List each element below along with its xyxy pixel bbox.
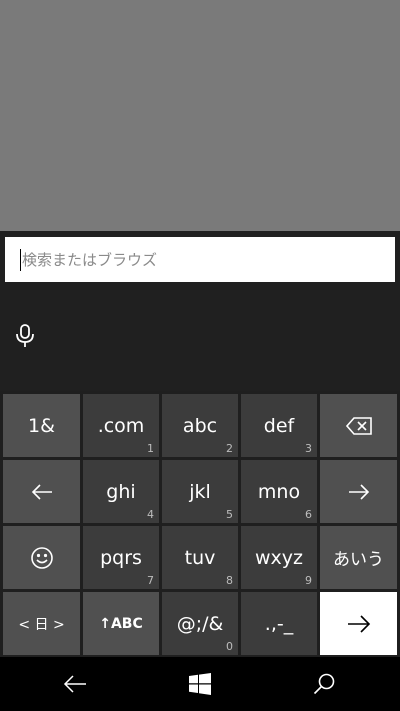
key-period-comma[interactable]: .,-_ — [241, 592, 317, 655]
key-number: 3 — [305, 442, 312, 455]
key-number: 5 — [226, 508, 233, 521]
key-number: 8 — [226, 574, 233, 587]
key-cursor-right[interactable] — [320, 460, 397, 523]
key-label: abc — [182, 414, 218, 437]
search-button[interactable] — [294, 657, 354, 711]
key-symbols[interactable]: 1& — [3, 394, 80, 457]
key-language[interactable]: < 日 > — [3, 592, 80, 655]
key-label: tuv — [184, 546, 216, 569]
key-abc[interactable]: abc 2 — [162, 394, 238, 457]
key-label: jkl — [189, 480, 211, 503]
microphone-icon[interactable] — [14, 323, 36, 349]
key-number: 0 — [226, 640, 233, 653]
key-mno[interactable]: mno 6 — [241, 460, 317, 523]
windows-icon — [189, 673, 211, 695]
key-pqrs[interactable]: pqrs 7 — [83, 526, 159, 589]
key-label: 1& — [28, 414, 55, 437]
dimmed-background[interactable] — [0, 0, 400, 231]
key-emoji[interactable] — [3, 526, 80, 589]
key-label: < 日 > — [18, 616, 65, 633]
search-box[interactable] — [5, 237, 395, 282]
keyboard: 1& .com 1 abc 2 def 3 ghi 4 jkl 5 mno 6 — [0, 391, 400, 657]
key-number: 1 — [147, 442, 154, 455]
key-hiragana[interactable]: あいう — [320, 526, 397, 589]
key-label: pqrs — [100, 546, 142, 569]
key-label: あいう — [333, 550, 384, 570]
key-label: ↑ABC — [99, 615, 143, 632]
key-dotcom[interactable]: .com 1 — [83, 394, 159, 457]
right-arrow-icon — [348, 483, 369, 500]
key-label: .com — [97, 414, 145, 437]
back-icon — [63, 675, 86, 693]
key-punctuation[interactable]: @;/& 0 — [162, 592, 238, 655]
key-enter[interactable] — [320, 592, 397, 655]
search-icon — [313, 673, 335, 695]
key-shift-abc[interactable]: ↑ABC — [83, 592, 159, 655]
emoji-icon — [30, 546, 53, 569]
key-ghi[interactable]: ghi 4 — [83, 460, 159, 523]
search-input[interactable] — [22, 237, 387, 282]
key-number: 6 — [305, 508, 312, 521]
key-label: ghi — [106, 480, 136, 503]
search-panel — [0, 231, 400, 391]
key-number: 7 — [147, 574, 154, 587]
key-label: wxyz — [254, 546, 303, 569]
key-wxyz[interactable]: wxyz 9 — [241, 526, 317, 589]
key-cursor-left[interactable] — [3, 460, 80, 523]
text-caret — [20, 249, 21, 271]
key-number: 2 — [226, 442, 233, 455]
key-label: .,-_ — [264, 612, 294, 635]
left-arrow-icon — [31, 483, 52, 500]
key-label: def — [263, 414, 295, 437]
key-label: @;/& — [176, 612, 224, 635]
key-number: 4 — [147, 508, 154, 521]
key-tuv[interactable]: tuv 8 — [162, 526, 238, 589]
back-button[interactable] — [45, 657, 105, 711]
key-def[interactable]: def 3 — [241, 394, 317, 457]
key-number: 9 — [305, 574, 312, 587]
key-label: mno — [257, 480, 301, 503]
key-jkl[interactable]: jkl 5 — [162, 460, 238, 523]
backspace-icon — [345, 416, 372, 435]
navigation-bar — [0, 657, 400, 711]
start-button[interactable] — [170, 657, 230, 711]
enter-arrow-icon — [347, 614, 370, 633]
key-backspace[interactable] — [320, 394, 397, 457]
